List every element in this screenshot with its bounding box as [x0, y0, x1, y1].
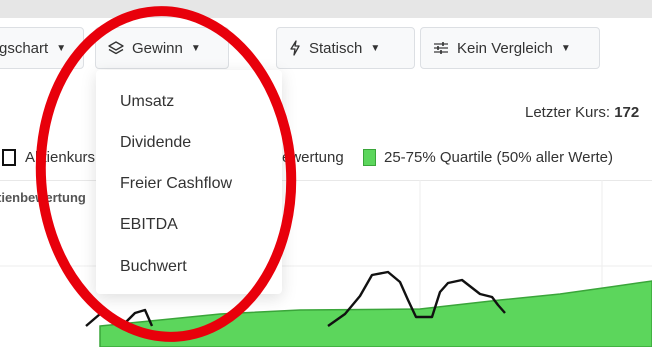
menu-item-buchwert[interactable]: Buchwert [120, 258, 187, 276]
mode-label: Statisch [309, 39, 363, 57]
metric-label: Gewinn [132, 39, 183, 57]
sliders-icon [433, 41, 449, 55]
legend-quartile-label: 25-75% Quartile (50% aller Werte) [384, 148, 613, 166]
caret-down-icon: ▼ [560, 42, 571, 54]
comparison-label: Kein Vergleich [457, 39, 553, 57]
menu-item-ebitda[interactable]: EBITDA [120, 216, 178, 234]
metric-dropdown-button[interactable]: Gewinn ▼ [95, 27, 229, 69]
menu-item-dividende[interactable]: Dividende [120, 134, 191, 152]
lightning-icon [289, 40, 301, 56]
legend-price-label: Aktienkurs [25, 148, 96, 166]
legend-item-valuation[interactable]: ewertung [282, 147, 344, 167]
caret-down-icon: ▼ [190, 42, 201, 54]
last-price-value: 172 [614, 104, 640, 121]
top-bar [0, 0, 652, 18]
menu-item-umsatz[interactable]: Umsatz [120, 93, 174, 111]
menu-item-freier-cashflow[interactable]: Freier Cashflow [120, 175, 232, 193]
legend-item-quartile[interactable]: 25-75% Quartile (50% aller Werte) [363, 147, 613, 167]
last-price-label: Letzter Kurs: [525, 104, 611, 121]
last-price: Letzter Kurs: 172 [525, 104, 639, 121]
caret-down-icon: ▼ [370, 42, 381, 54]
legend-swatch-quartile [363, 148, 376, 166]
chart-type-dropdown-button[interactable]: gschart ▼ [0, 27, 84, 69]
legend-swatch-price [2, 148, 16, 166]
legend-item-price[interactable]: Aktienkurs [2, 147, 95, 167]
comparison-dropdown-button[interactable]: Kein Vergleich ▼ [420, 27, 600, 69]
caret-down-icon: ▼ [56, 42, 67, 54]
legend-valuation-label: ewertung [282, 148, 344, 166]
mode-dropdown-button[interactable]: Statisch ▼ [276, 27, 415, 69]
metric-dropdown-menu: Umsatz Dividende Freier Cashflow EBITDA … [96, 70, 282, 294]
chart-type-label: gschart [0, 39, 49, 57]
layers-icon [108, 41, 124, 55]
